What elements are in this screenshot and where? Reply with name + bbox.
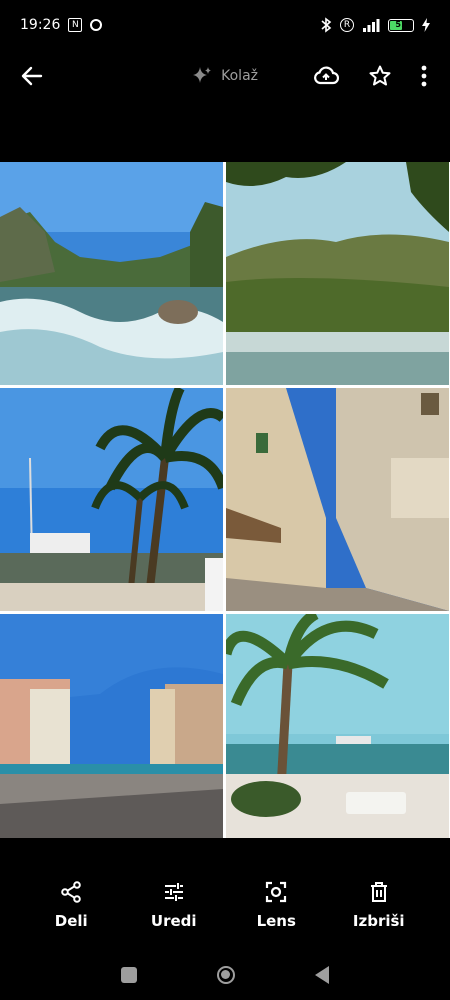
tune-icon	[164, 883, 183, 901]
charging-icon	[422, 18, 430, 32]
status-bar: 19:26 N R 51	[0, 0, 450, 50]
photo-stone-alley	[226, 388, 449, 611]
share-button[interactable]: Deli	[31, 880, 111, 950]
top-app-bar: Kolaž	[0, 50, 450, 102]
cloud-upload-icon	[314, 66, 339, 85]
more-options-button[interactable]	[414, 60, 434, 92]
notification-circle-icon	[90, 19, 103, 31]
more-vert-icon	[421, 65, 427, 87]
sparkle-icon	[193, 67, 212, 83]
system-back-button[interactable]	[315, 966, 329, 984]
collage-label: Kolaž	[221, 68, 258, 84]
share-icon	[61, 881, 82, 903]
photo-waterfall-river	[0, 162, 223, 385]
recent-apps-button[interactable]	[121, 967, 137, 983]
battery-level: 51	[395, 20, 407, 29]
system-navigation-bar	[0, 950, 450, 1000]
lens-button[interactable]: Lens	[236, 880, 316, 950]
status-right: R 51	[320, 17, 430, 33]
registered-icon: R	[340, 18, 354, 32]
nfc-icon: N	[68, 18, 83, 32]
collage-button[interactable]: Kolaž	[191, 65, 258, 87]
arrow-back-icon	[21, 66, 43, 86]
cloud-upload-button[interactable]	[310, 60, 342, 92]
bottom-action-bar: Deli Uredi Lens Izbriši	[0, 880, 450, 950]
favorite-button[interactable]	[364, 60, 396, 92]
delete-label: Izbriši	[352, 912, 405, 930]
lens-label: Lens	[256, 912, 296, 930]
lens-icon	[266, 881, 287, 903]
share-label: Deli	[54, 912, 88, 930]
signal-icon	[362, 18, 380, 32]
bluetooth-icon	[320, 17, 332, 33]
status-left: 19:26 N	[20, 17, 103, 33]
trash-icon	[370, 882, 387, 902]
photo-palm-promenade	[0, 388, 223, 611]
edit-label: Uredi	[150, 912, 197, 930]
collage-image[interactable]	[0, 162, 450, 838]
delete-button[interactable]: Izbriši	[339, 880, 419, 950]
photo-palm-seafront	[226, 614, 449, 838]
status-time: 19:26	[20, 17, 61, 33]
battery-icon: 51	[388, 18, 414, 32]
photo-river-cliffs	[226, 162, 449, 385]
edit-button[interactable]: Uredi	[134, 880, 214, 950]
star-icon	[369, 65, 391, 86]
home-button[interactable]	[217, 966, 235, 984]
photo-square-buildings	[0, 614, 223, 838]
back-button[interactable]	[16, 60, 48, 92]
